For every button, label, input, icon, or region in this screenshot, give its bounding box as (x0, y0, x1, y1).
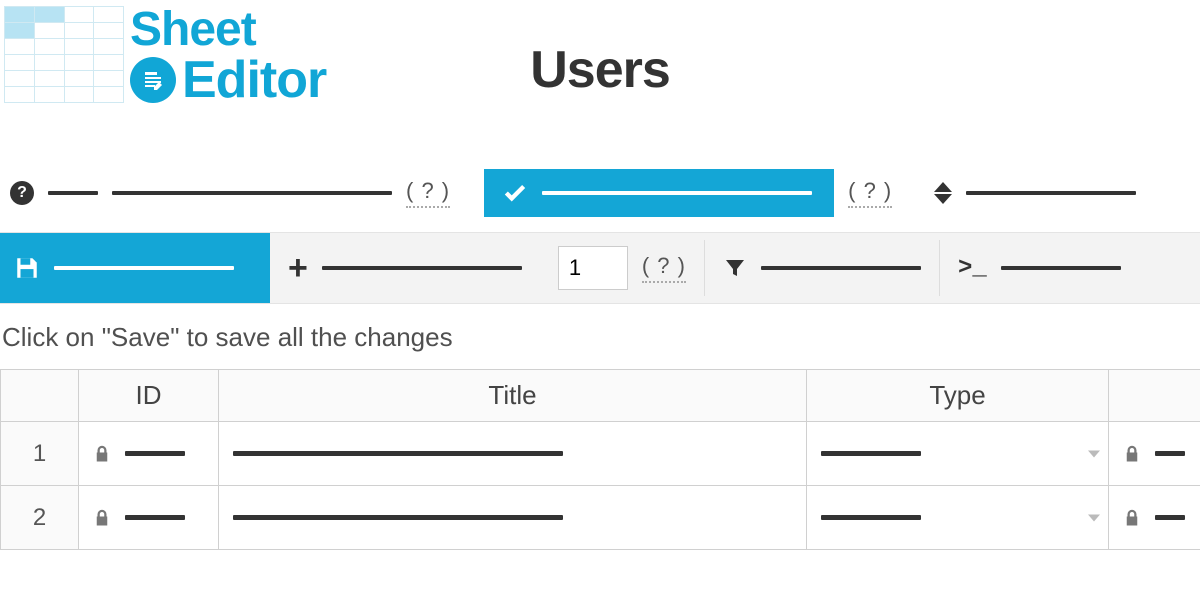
table-row: 1 (1, 422, 1200, 486)
column-header-locked (1109, 370, 1200, 422)
plus-icon: + (288, 251, 308, 285)
sort-icon[interactable] (934, 182, 952, 204)
table-header-row: ID Title Type (1, 370, 1200, 422)
column-header-id[interactable]: ID (79, 370, 219, 422)
header: Sheet Editor Users (0, 0, 1200, 150)
table-row: 2 (1, 486, 1200, 550)
upper-toolbar: ? ( ? ) ( ? ) (0, 150, 1200, 232)
brand-name-line2: Editor (182, 54, 326, 106)
save-button[interactable] (0, 233, 270, 303)
page-number-input[interactable] (558, 246, 628, 290)
lower-toolbar: + ( ? ) >_ (0, 232, 1200, 304)
apply-button-label (542, 191, 812, 195)
lock-icon (1123, 444, 1141, 464)
cell-value (125, 451, 185, 456)
console-label (1001, 266, 1121, 270)
filter-segment[interactable] (705, 233, 939, 303)
row-number-header (1, 370, 79, 422)
brand-logo: Sheet Editor (4, 6, 326, 106)
console-icon: >_ (958, 255, 987, 282)
cell-value (1155, 451, 1185, 456)
save-icon (14, 255, 40, 281)
lock-icon (1123, 508, 1141, 528)
cell-value (821, 451, 921, 456)
apply-button[interactable] (484, 169, 834, 217)
column-header-type[interactable]: Type (807, 370, 1109, 422)
add-new-segment[interactable]: + (270, 233, 540, 303)
cell-id (79, 422, 219, 486)
data-table: ID Title Type 1 (0, 369, 1200, 550)
page-title: Users (530, 40, 670, 100)
dropdown-caret-icon (1088, 514, 1100, 521)
lock-icon (93, 444, 111, 464)
cell-type[interactable] (807, 422, 1109, 486)
edit-circle-icon (130, 57, 176, 103)
tooltip-hint[interactable]: ( ? ) (642, 253, 686, 283)
cell-id (79, 486, 219, 550)
cell-value (821, 515, 921, 520)
cell-type[interactable] (807, 486, 1109, 550)
toolbar-item[interactable] (48, 191, 98, 195)
cell-value (125, 515, 185, 520)
tooltip-hint[interactable]: ( ? ) (406, 178, 450, 208)
brand-name-line1: Sheet (130, 6, 326, 54)
cell-title[interactable] (219, 422, 807, 486)
lock-icon (93, 508, 111, 528)
cell-locked (1109, 422, 1200, 486)
filter-icon (723, 256, 747, 280)
tooltip-hint[interactable]: ( ? ) (848, 178, 892, 208)
check-icon (502, 180, 528, 206)
cell-value (233, 451, 563, 456)
cell-title[interactable] (219, 486, 807, 550)
logo-spreadsheet-icon (4, 6, 124, 103)
row-number[interactable]: 2 (1, 486, 79, 550)
filter-label (761, 266, 921, 270)
console-segment[interactable]: >_ (940, 233, 1139, 303)
cell-value (233, 515, 563, 520)
dropdown-caret-icon (1088, 450, 1100, 457)
save-hint-text: Click on "Save" to save all the changes (0, 304, 1200, 369)
column-header-title[interactable]: Title (219, 370, 807, 422)
cell-locked (1109, 486, 1200, 550)
help-icon[interactable]: ? (10, 181, 34, 205)
cell-value (1155, 515, 1185, 520)
save-button-label (54, 266, 234, 270)
add-new-label (322, 266, 522, 270)
toolbar-item[interactable] (112, 191, 392, 195)
row-number[interactable]: 1 (1, 422, 79, 486)
toolbar-item[interactable] (966, 191, 1136, 195)
